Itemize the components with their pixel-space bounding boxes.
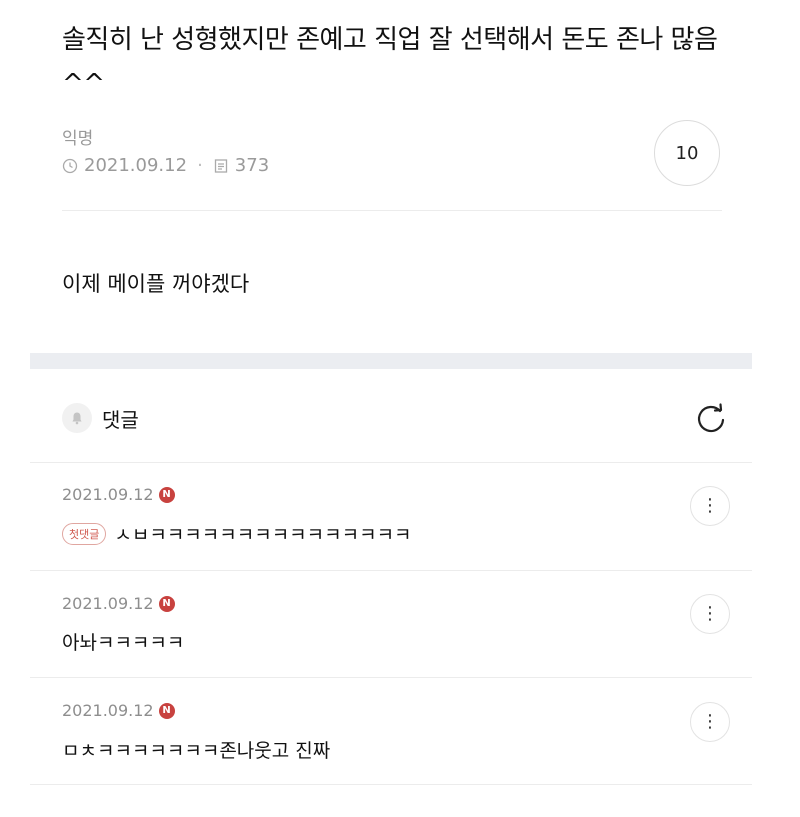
comment-date: 2021.09.12 N xyxy=(62,701,175,720)
comment-date: 2021.09.12 N xyxy=(62,485,175,504)
new-badge: N xyxy=(158,702,175,719)
post-date: 2021.09.12 xyxy=(84,155,188,176)
first-comment-badge: 첫댓글 xyxy=(62,522,107,545)
comment-body: ㅅㅂㅋㅋㅋㅋㅋㅋㅋㅋㅋㅋㅋㅋㅋㅋㅋ xyxy=(114,524,412,546)
comment-count-button[interactable]: 10 xyxy=(654,120,720,186)
post-title: 솔직히 난 성형했지만 존예고 직업 잘 선택해서 돈도 존나 많음 ^^ xyxy=(62,25,718,99)
divider xyxy=(30,677,752,678)
new-badge: N xyxy=(158,595,175,612)
post-body: 이제 메이플 꺼야겠다 xyxy=(62,272,250,296)
divider xyxy=(30,784,752,785)
comment-date-text: 2021.09.12 xyxy=(62,485,154,504)
more-options-button[interactable]: ⋮ xyxy=(690,702,730,742)
more-options-button[interactable]: ⋮ xyxy=(690,486,730,526)
meta-separator: · xyxy=(197,155,203,176)
more-options-button[interactable]: ⋮ xyxy=(690,594,730,634)
author-name: 익명 xyxy=(62,129,94,149)
divider xyxy=(62,210,722,211)
comments-label: 댓글 xyxy=(102,407,139,432)
comment-body: ㅁㅊㅋㅋㅋㅋㅋㅋㅋ존나웃고 진짜 xyxy=(62,740,331,762)
clock-icon xyxy=(62,158,78,174)
comment-date-text: 2021.09.12 xyxy=(62,701,154,720)
comment-text: 첫댓글 ㅅㅂㅋㅋㅋㅋㅋㅋㅋㅋㅋㅋㅋㅋㅋㅋㅋ xyxy=(62,520,412,547)
section-separator xyxy=(30,353,752,369)
comment-text: ㅁㅊㅋㅋㅋㅋㅋㅋㅋ존나웃고 진짜 xyxy=(62,736,330,763)
comment-date-text: 2021.09.12 xyxy=(62,594,154,613)
view-count: 373 xyxy=(234,155,270,176)
bell-icon[interactable] xyxy=(62,403,92,433)
new-badge: N xyxy=(158,486,175,503)
comment-text: 아놔ㅋㅋㅋㅋㅋ xyxy=(62,628,184,655)
comment-body: 아놔ㅋㅋㅋㅋㅋ xyxy=(62,632,185,654)
divider xyxy=(30,570,752,571)
refresh-icon[interactable] xyxy=(692,400,730,438)
views-icon xyxy=(213,158,229,174)
post-meta: 2021.09.12 · 373 xyxy=(62,155,269,176)
comments-header: 댓글 xyxy=(62,398,139,438)
divider xyxy=(30,462,752,463)
comment-date: 2021.09.12 N xyxy=(62,594,175,613)
